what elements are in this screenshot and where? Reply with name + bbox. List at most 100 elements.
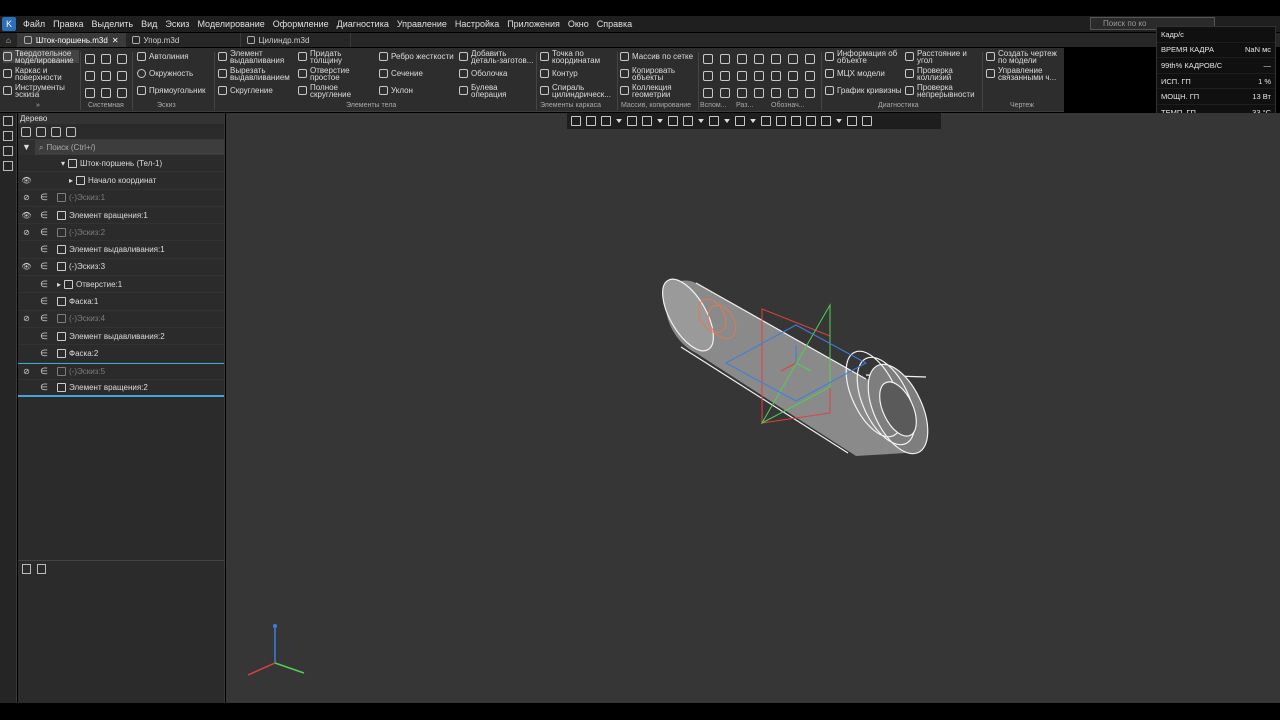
helix-button[interactable]: Спираль цилиндрическ... — [540, 83, 616, 98]
3d-viewport[interactable] — [226, 113, 1280, 703]
ribbon-tool-icon[interactable] — [788, 88, 798, 98]
ribbon-tool-icon[interactable] — [720, 71, 730, 81]
distance-angle-button[interactable]: Расстояние и угол — [905, 49, 983, 64]
expand-icon[interactable]: ▸ — [57, 280, 61, 289]
ribbon-tool-icon[interactable] — [805, 71, 815, 81]
ribbon-tool-icon[interactable] — [101, 54, 111, 64]
tree-tab-icon[interactable] — [22, 563, 31, 574]
home-button[interactable]: ⌂ — [0, 33, 18, 47]
boolean-button[interactable]: Булева операция — [459, 83, 535, 98]
menu-item-10[interactable]: Приложения — [503, 19, 564, 29]
include-icon[interactable]: ∈ — [35, 296, 53, 307]
ribbon-tool-icon[interactable] — [771, 71, 781, 81]
menu-item-3[interactable]: Вид — [137, 19, 161, 29]
view-cube-icon[interactable] — [668, 116, 678, 126]
tree-row[interactable]: ∈ Элемент выдавливания:2 — [18, 328, 224, 346]
ribbon-tool-icon[interactable] — [737, 88, 747, 98]
app-logo-icon[interactable]: K — [2, 17, 16, 31]
tab-cilindr[interactable]: Цилиндр.m3d — [241, 33, 351, 47]
shell-button[interactable]: Оболочка — [459, 67, 535, 80]
ribbon-tool-icon[interactable] — [85, 71, 95, 81]
grid-array-button[interactable]: Массив по сетке — [620, 50, 696, 63]
tree-row[interactable]: ⊘ ∈ (-)Эскиз:1 — [18, 190, 224, 207]
ribbon-tool-icon[interactable] — [788, 71, 798, 81]
menu-item-8[interactable]: Управление — [393, 19, 451, 29]
tree-row[interactable]: ▾ Шток-поршень (Тел-1) — [18, 155, 224, 173]
orientation-icon[interactable] — [683, 116, 693, 126]
menu-item-4[interactable]: Эскиз — [161, 19, 193, 29]
ribbon-tool-icon[interactable] — [117, 54, 127, 64]
ribbon-tool-icon[interactable] — [771, 54, 781, 64]
rotate-icon[interactable] — [642, 116, 652, 126]
chevron-down-icon[interactable] — [657, 119, 663, 123]
ribbon-tool-icon[interactable] — [805, 88, 815, 98]
tree-structure-icon[interactable] — [21, 126, 31, 137]
tree-view-icon[interactable] — [66, 126, 76, 137]
layers-icon[interactable] — [3, 161, 13, 171]
expand-icon[interactable]: ▸ — [69, 176, 73, 185]
include-icon[interactable]: ∈ — [35, 210, 53, 221]
pipette-icon[interactable] — [862, 116, 872, 126]
visibility-icon[interactable] — [709, 116, 719, 126]
geometry-collection-button[interactable]: Коллекция геометрии — [620, 83, 696, 98]
tree-row[interactable]: ∈ Элемент вращения:2 — [18, 380, 224, 398]
rib-button[interactable]: Ребро жесткости — [379, 50, 455, 63]
close-icon[interactable]: ✕ — [112, 36, 119, 45]
ribbon-tool-icon[interactable] — [101, 88, 111, 98]
measure-icon[interactable] — [847, 116, 857, 126]
include-icon[interactable]: ∈ — [35, 244, 53, 255]
mode-frame[interactable]: Каркас и поверхности — [3, 66, 79, 81]
ribbon-tool-icon[interactable] — [85, 54, 95, 64]
ribbon-tool-icon[interactable] — [85, 88, 95, 98]
include-icon[interactable]: ∈ — [35, 348, 53, 359]
include-icon[interactable]: ∈ — [35, 279, 53, 290]
ribbon-tool-icon[interactable] — [737, 71, 747, 81]
thicken-button[interactable]: Придать толщину — [298, 49, 374, 64]
menu-item-12[interactable]: Справка — [593, 19, 636, 29]
full-fillet-button[interactable]: Полное скругление — [298, 83, 374, 98]
copy-objects-button[interactable]: Копировать объекты — [620, 66, 696, 81]
chevron-down-icon[interactable] — [698, 119, 704, 123]
tree-row[interactable]: ⊘ ∈ (-)Эскиз:5 — [18, 362, 224, 380]
tree-row[interactable]: 👁 ▸ Начало координат — [18, 172, 224, 190]
include-icon[interactable]: ∈ — [35, 366, 53, 377]
circle-button[interactable]: Окружность — [137, 67, 213, 80]
mode-sketch-tools[interactable]: Инструменты эскиза — [3, 83, 79, 98]
lighting-icon[interactable] — [806, 116, 816, 126]
ribbon-tool-icon[interactable] — [117, 71, 127, 81]
visibility-eye-icon[interactable]: ⊘ — [18, 228, 35, 237]
linked-drawings-button[interactable]: Управление связанными ч... — [986, 66, 1062, 81]
tree-sort-icon[interactable] — [36, 126, 46, 137]
tab-shtok-porshen[interactable]: Шток-поршень.m3d ✕ — [17, 33, 126, 47]
tree-row[interactable]: 👁 ∈ (-)Эскиз:3 — [18, 259, 224, 277]
pan-icon[interactable] — [627, 116, 637, 126]
chevron-down-icon[interactable] — [724, 119, 730, 123]
object-info-button[interactable]: Информация об объекте — [825, 49, 903, 64]
menu-item-2[interactable]: Выделить — [88, 19, 138, 29]
include-icon[interactable]: ∈ — [35, 192, 53, 203]
tree-row[interactable]: 👁 ∈ Элемент вращения:1 — [18, 207, 224, 225]
ribbon-tool-icon[interactable] — [703, 54, 713, 64]
autoline-button[interactable]: Автолиния — [137, 50, 213, 63]
continuity-check-button[interactable]: Проверка непрерывности — [905, 83, 983, 98]
chevron-down-icon[interactable] — [836, 119, 842, 123]
tree-filter-icon[interactable] — [51, 126, 61, 137]
tree-row[interactable]: ⊘ ∈ (-)Эскиз:2 — [18, 224, 224, 242]
visibility-eye-icon[interactable]: 👁 — [18, 176, 35, 185]
grip-icon[interactable] — [571, 116, 581, 126]
expand-icon[interactable]: ▾ — [61, 159, 65, 168]
visibility-eye-icon[interactable]: ⊘ — [18, 193, 35, 202]
tree-panel-icon[interactable] — [3, 116, 13, 126]
ribbon-tool-icon[interactable] — [720, 88, 730, 98]
tree-row[interactable]: ∈ Фаска:1 — [18, 293, 224, 311]
menu-item-0[interactable]: Файл — [19, 19, 49, 29]
ribbon-tool-icon[interactable] — [720, 54, 730, 64]
tab-upor[interactable]: Упор.m3d — [126, 33, 241, 47]
curvature-graph-button[interactable]: График кривизны — [825, 84, 903, 97]
include-icon[interactable]: ∈ — [35, 382, 53, 393]
ribbon-tool-icon[interactable] — [101, 71, 111, 81]
piston-rod-model[interactable] — [652, 271, 940, 462]
menu-item-11[interactable]: Окно — [564, 19, 593, 29]
cut-extrude-button[interactable]: Вырезать выдавливанием — [218, 66, 294, 81]
collision-check-button[interactable]: Проверка коллизий — [905, 66, 983, 81]
